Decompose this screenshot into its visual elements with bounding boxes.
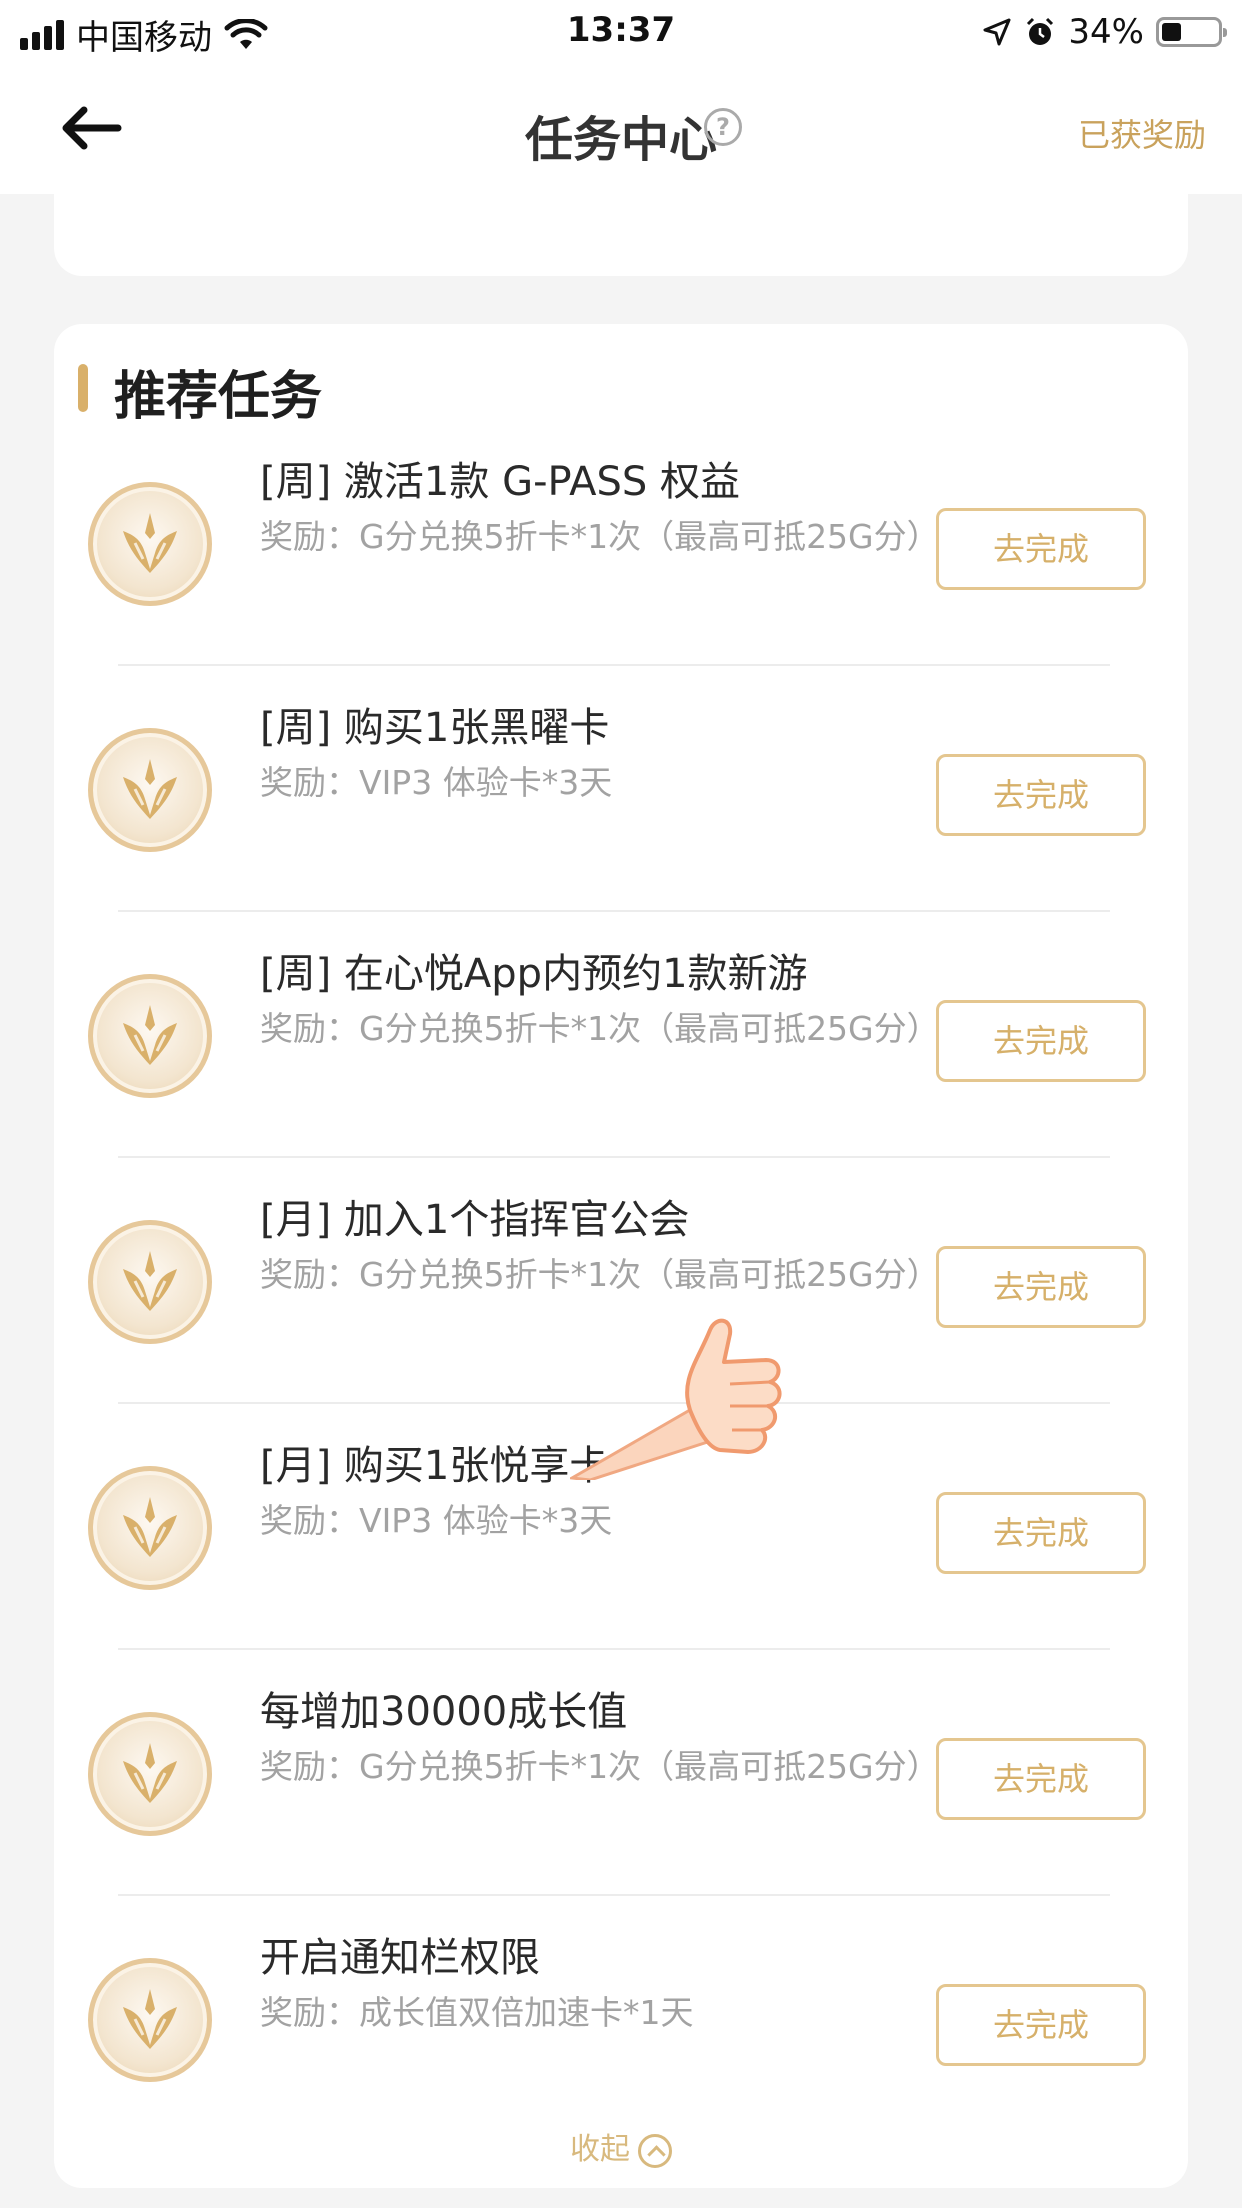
go-complete-button[interactable]: 去完成	[936, 1984, 1146, 2066]
go-complete-button[interactable]: 去完成	[936, 1246, 1146, 1328]
task-text: 开启通知栏权限奖励：成长值双倍加速卡*1天	[260, 1930, 940, 2038]
collapse-button[interactable]: 收起	[54, 2124, 1188, 2168]
task-reward: 奖励：G分兑换5折卡*1次（最高可抵25G分）	[260, 1255, 940, 1294]
page-title: 任务中心	[524, 112, 717, 168]
task-text: 每增加30000成长值奖励：G分兑换5折卡*1次（最高可抵25G分）	[260, 1684, 940, 1792]
go-complete-button[interactable]: 去完成	[936, 1000, 1146, 1082]
go-complete-button[interactable]: 去完成	[936, 1738, 1146, 1820]
task-name: [周] 在心悦App内预约1款新游	[260, 951, 808, 997]
task-card: 推荐任务 [周] 激活1款 G-PASS 权益奖励：G分兑换5折卡*1次（最高可…	[54, 324, 1188, 2188]
task-reward: 奖励：成长值双倍加速卡*1天	[260, 1993, 694, 2032]
collapse-label: 收起	[570, 2132, 630, 2167]
task-text: [月] 购买1张悦享卡奖励：VIP3 体验卡*3天	[260, 1438, 940, 1546]
task-text: [周] 购买1张黑曜卡奖励：VIP3 体验卡*3天	[260, 700, 940, 808]
status-bar: 中国移动 13:37 34%	[0, 0, 1242, 62]
medal-icon	[88, 1466, 212, 1590]
carrier-name: 中国移动	[76, 18, 212, 58]
task-name: 开启通知栏权限	[260, 1935, 540, 1981]
medal-icon	[88, 1958, 212, 2082]
go-complete-button[interactable]: 去完成	[936, 508, 1146, 590]
medal-icon	[88, 1712, 212, 1836]
go-complete-button[interactable]: 去完成	[936, 1492, 1146, 1574]
location-icon	[983, 18, 1011, 46]
task-name: [月] 加入1个指挥官公会	[260, 1197, 690, 1243]
status-left: 中国移动	[20, 10, 268, 59]
task-list: [周] 激活1款 G-PASS 权益奖励：G分兑换5折卡*1次（最高可抵25G分…	[54, 420, 1188, 2142]
task-row: [月] 加入1个指挥官公会奖励：G分兑换5折卡*1次（最高可抵25G分） 去完成	[54, 1158, 1188, 1404]
chevron-up-icon	[638, 2133, 672, 2168]
section-marker	[78, 364, 88, 412]
task-name: [周] 激活1款 G-PASS 权益	[260, 459, 740, 505]
previous-card	[54, 194, 1188, 276]
task-reward: 奖励：G分兑换5折卡*1次（最高可抵25G分）	[260, 517, 940, 556]
wifi-icon	[224, 18, 268, 49]
earned-rewards-link[interactable]: 已获奖励	[1078, 110, 1206, 156]
nav-bar: 任务中心 ? 已获奖励	[0, 62, 1242, 194]
task-text: [周] 激活1款 G-PASS 权益奖励：G分兑换5折卡*1次（最高可抵25G分…	[260, 454, 940, 562]
medal-icon	[88, 974, 212, 1098]
task-row: 开启通知栏权限 奖励：成长值双倍加速卡*1天 去完成	[54, 1896, 1188, 2142]
task-reward: 奖励：G分兑换5折卡*1次（最高可抵25G分）	[260, 1009, 940, 1048]
task-reward: 奖励：VIP3 体验卡*3天	[260, 763, 613, 802]
help-icon[interactable]: ?	[704, 108, 742, 146]
signal-icon	[20, 19, 64, 50]
medal-icon	[88, 1220, 212, 1344]
task-name: [周] 购买1张黑曜卡	[260, 705, 610, 751]
medal-icon	[88, 728, 212, 852]
medal-icon	[88, 482, 212, 606]
task-row: [周] 在心悦App内预约1款新游奖励：G分兑换5折卡*1次（最高可抵25G分）…	[54, 912, 1188, 1158]
task-text: [月] 加入1个指挥官公会奖励：G分兑换5折卡*1次（最高可抵25G分）	[260, 1192, 940, 1300]
task-name: 每增加30000成长值	[260, 1689, 628, 1735]
battery-percent: 34%	[1068, 12, 1144, 52]
alarm-icon	[1027, 17, 1054, 45]
task-row: 每增加30000成长值奖励：G分兑换5折卡*1次（最高可抵25G分） 去完成	[54, 1650, 1188, 1896]
section-title: 推荐任务	[114, 367, 323, 427]
go-complete-button[interactable]: 去完成	[936, 754, 1146, 836]
task-row: [周] 激活1款 G-PASS 权益奖励：G分兑换5折卡*1次（最高可抵25G分…	[54, 420, 1188, 666]
task-name: [月] 购买1张悦享卡	[260, 1443, 610, 1489]
battery-icon	[1156, 17, 1227, 47]
task-row: [周] 购买1张黑曜卡 奖励：VIP3 体验卡*3天 去完成	[54, 666, 1188, 912]
task-row: [月] 购买1张悦享卡 奖励：VIP3 体验卡*3天 去完成	[54, 1404, 1188, 1650]
task-reward: 奖励：G分兑换5折卡*1次（最高可抵25G分）	[260, 1747, 940, 1786]
task-reward: 奖励：VIP3 体验卡*3天	[260, 1501, 613, 1540]
task-text: [周] 在心悦App内预约1款新游奖励：G分兑换5折卡*1次（最高可抵25G分）	[260, 946, 940, 1054]
status-right: 34%	[982, 12, 1227, 52]
